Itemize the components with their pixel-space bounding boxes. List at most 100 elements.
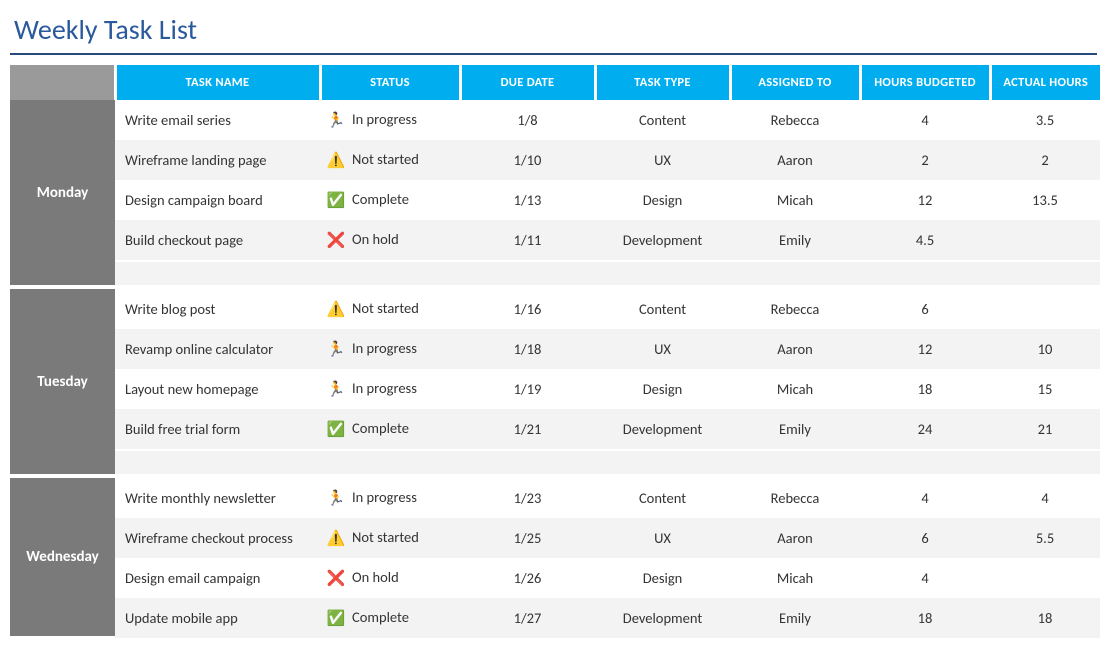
cell-task-type: Content xyxy=(595,287,730,329)
cell-status: 🏃 In progress xyxy=(320,476,460,518)
complete-icon: ✅ xyxy=(326,191,346,210)
spacer-row xyxy=(10,261,1100,287)
cell-task-type: Development xyxy=(595,598,730,638)
header-row: TASK NAME STATUS DUE DATE TASK TYPE ASSI… xyxy=(10,65,1100,100)
cell-actual-hours xyxy=(990,220,1100,261)
cell-actual-hours xyxy=(990,558,1100,598)
table-row: Build free trial form✅Complete1/21Develo… xyxy=(10,409,1100,450)
cell-hours-budgeted: 4 xyxy=(860,476,990,518)
status-label: Complete xyxy=(352,190,409,208)
header-status: STATUS xyxy=(320,65,460,100)
cell-status: ⚠️ Not started xyxy=(320,287,460,329)
cell-actual-hours xyxy=(990,287,1100,329)
cell-actual-hours: 4 xyxy=(990,476,1100,518)
in_progress-icon: 🏃 xyxy=(326,380,346,399)
cell-due-date: 1/27 xyxy=(460,598,595,638)
cell-due-date: 1/16 xyxy=(460,287,595,329)
cell-actual-hours: 10 xyxy=(990,329,1100,369)
status-label: Not started xyxy=(352,150,419,168)
header-hours-budgeted: HOURS BUDGETED xyxy=(860,65,990,100)
cell-assigned-to: Micah xyxy=(730,369,860,409)
cell-task-name: Design email campaign xyxy=(115,558,320,598)
cell-assigned-to: Emily xyxy=(730,409,860,450)
cell-task-name: Revamp online calculator xyxy=(115,329,320,369)
cell-task-type: Design xyxy=(595,180,730,220)
on_hold-icon: ❌ xyxy=(326,231,346,250)
cell-hours-budgeted: 24 xyxy=(860,409,990,450)
status-label: On hold xyxy=(352,230,399,248)
cell-actual-hours: 3.5 xyxy=(990,100,1100,140)
cell-status: ⚠️Not started xyxy=(320,518,460,558)
status-label: Not started xyxy=(352,528,419,546)
cell-assigned-to: Aaron xyxy=(730,518,860,558)
cell-hours-budgeted: 18 xyxy=(860,598,990,638)
cell-assigned-to: Rebecca xyxy=(730,287,860,329)
task-table: TASK NAME STATUS DUE DATE TASK TYPE ASSI… xyxy=(10,65,1100,640)
cell-assigned-to: Rebecca xyxy=(730,476,860,518)
in_progress-icon: 🏃 xyxy=(326,489,346,508)
cell-task-type: UX xyxy=(595,518,730,558)
status-label: Not started xyxy=(352,299,419,317)
table-row: Design campaign board ✅ Complete 1/13Design… xyxy=(10,180,1100,220)
header-task-type: TASK TYPE xyxy=(595,65,730,100)
cell-status: 🏃 In progress xyxy=(320,100,460,140)
status-label: In progress xyxy=(352,488,417,506)
cell-due-date: 1/19 xyxy=(460,369,595,409)
cell-task-name: Wireframe checkout process xyxy=(115,518,320,558)
cell-hours-budgeted: 6 xyxy=(860,518,990,558)
header-due-date: DUE DATE xyxy=(460,65,595,100)
cell-task-type: Content xyxy=(595,100,730,140)
status-label: In progress xyxy=(352,110,417,128)
table-row: TuesdayWrite blog post⚠️Not started1/16C… xyxy=(10,287,1100,329)
header-actual-hours: ACTUAL HOURS xyxy=(990,65,1100,100)
cell-due-date: 1/21 xyxy=(460,409,595,450)
cell-actual-hours: 15 xyxy=(990,369,1100,409)
cell-hours-budgeted: 4 xyxy=(860,558,990,598)
cell-task-type: Design xyxy=(595,369,730,409)
cell-due-date: 1/13 xyxy=(460,180,595,220)
cell-status: ✅Complete xyxy=(320,409,460,450)
status-label: On hold xyxy=(352,568,399,586)
cell-status: ❌ On hold xyxy=(320,220,460,261)
status-label: In progress xyxy=(352,379,417,397)
day-cell: Monday xyxy=(10,100,115,287)
cell-task-name: Build checkout page xyxy=(115,220,320,261)
cell-assigned-to: Rebecca xyxy=(730,100,860,140)
cell-hours-budgeted: 4.5 xyxy=(860,220,990,261)
cell-task-type: Development xyxy=(595,220,730,261)
on_hold-icon: ❌ xyxy=(326,569,346,588)
cell-task-name: Write blog post xyxy=(115,287,320,329)
cell-due-date: 1/10 xyxy=(460,140,595,180)
cell-status: 🏃In progress xyxy=(320,329,460,369)
cell-due-date: 1/26 xyxy=(460,558,595,598)
in_progress-icon: 🏃 xyxy=(326,111,346,130)
cell-actual-hours: 13.5 xyxy=(990,180,1100,220)
cell-actual-hours: 18 xyxy=(990,598,1100,638)
cell-hours-budgeted: 12 xyxy=(860,329,990,369)
cell-status: ✅ Complete xyxy=(320,180,460,220)
cell-actual-hours: 2 xyxy=(990,140,1100,180)
table-row: Wireframe checkout process⚠️Not started1… xyxy=(10,518,1100,558)
cell-hours-budgeted: 4 xyxy=(860,100,990,140)
complete-icon: ✅ xyxy=(326,609,346,628)
status-label: Complete xyxy=(352,608,409,626)
cell-task-name: Build free trial form xyxy=(115,409,320,450)
cell-hours-budgeted: 18 xyxy=(860,369,990,409)
cell-actual-hours: 5.5 xyxy=(990,518,1100,558)
in_progress-icon: 🏃 xyxy=(326,340,346,359)
table-row: MondayWrite email series🏃In progress1/8C… xyxy=(10,100,1100,140)
cell-status: 🏃 In progress xyxy=(320,369,460,409)
cell-task-name: Layout new homepage xyxy=(115,369,320,409)
cell-task-name: Design campaign board xyxy=(115,180,320,220)
not_started-icon: ⚠️ xyxy=(326,300,346,319)
cell-task-type: Development xyxy=(595,409,730,450)
cell-task-name: Write email series xyxy=(115,100,320,140)
spacer-row xyxy=(10,450,1100,476)
cell-status: ❌ On hold xyxy=(320,558,460,598)
day-cell: Wednesday xyxy=(10,476,115,638)
table-row: Build checkout page❌On hold1/11Developme… xyxy=(10,220,1100,261)
table-row: Revamp online calculator🏃In progress1/18… xyxy=(10,329,1100,369)
cell-task-name: Update mobile app xyxy=(115,598,320,638)
cell-assigned-to: Emily xyxy=(730,220,860,261)
day-cell: Tuesday xyxy=(10,287,115,476)
